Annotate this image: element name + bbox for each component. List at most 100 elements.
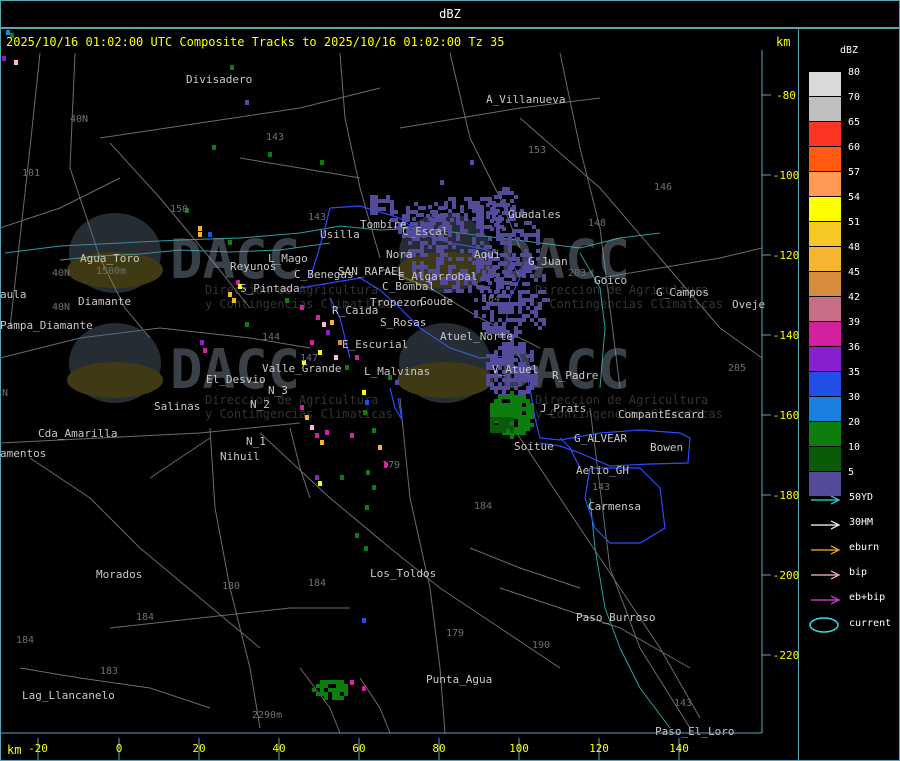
track-eburn: eburn (809, 542, 899, 556)
echo-cell (526, 378, 530, 382)
legend-value-5: 5 (848, 467, 855, 478)
echo-cell (440, 253, 444, 257)
radar-map[interactable]: DACCDireccion de Agriculturay Contingenc… (0, 28, 799, 761)
echo-cell (522, 407, 526, 411)
echo-cell (312, 688, 316, 692)
echo-cell (530, 350, 534, 354)
echo-cell (526, 407, 530, 411)
echo-cell (480, 265, 484, 269)
echo-cell (420, 261, 424, 265)
x-tick-label: 0 (116, 742, 123, 755)
track-50YD: 50YD (809, 492, 899, 506)
place-label: S_Rosas (380, 316, 426, 329)
legend-value-20: 20 (848, 417, 861, 428)
echo-cell (510, 266, 514, 270)
echo-cell (526, 427, 530, 431)
echo-cell (500, 253, 504, 257)
echo-cell (440, 261, 444, 265)
echo-cell (506, 310, 510, 314)
legend-swatch-10 (809, 447, 841, 471)
route-label: 184 (474, 501, 492, 512)
echo-cell (232, 298, 236, 303)
echo-cell (355, 355, 359, 360)
echo-cell (486, 354, 490, 358)
route-label: 190 (532, 640, 550, 651)
echo-cell (370, 203, 374, 207)
echo-cell (474, 314, 478, 318)
echo-cell (460, 249, 464, 253)
echo-cell (340, 475, 344, 480)
echo-cell (418, 206, 422, 210)
km-bottom-label: km (7, 743, 22, 757)
echo-cell (378, 445, 382, 450)
echo-cell (494, 278, 498, 282)
echo-cell (366, 470, 370, 475)
echo-cell (522, 399, 526, 403)
road (9, 52, 41, 329)
echo-cell (518, 399, 522, 403)
echo-cell (344, 684, 348, 688)
x-tick-label: 80 (432, 742, 445, 755)
echo-cell (464, 197, 468, 201)
echo-cell (520, 229, 524, 233)
legend-value-70: 70 (848, 92, 861, 103)
echo-cell (460, 289, 464, 293)
arrow-icon (811, 545, 841, 555)
echo-cell (434, 214, 438, 218)
echo-cell (456, 221, 460, 225)
echo-cell (498, 421, 502, 425)
road (299, 667, 341, 734)
echo-cell (476, 261, 480, 265)
echo-cell (506, 382, 510, 386)
echo-cell (460, 209, 464, 213)
echo-cell (203, 348, 207, 353)
echo-cell (480, 229, 484, 233)
echo-cell (514, 318, 518, 322)
arrow-icon (811, 495, 841, 505)
legend-value-51: 51 (848, 217, 861, 228)
echo-cell (490, 211, 494, 215)
echo-cell (198, 232, 202, 237)
echo-cell (490, 417, 494, 421)
place-label: CompantEscard (618, 408, 704, 421)
echo-cell (536, 233, 540, 237)
echo-cell (490, 318, 494, 322)
echo-cell (432, 241, 436, 245)
echo-cell (434, 202, 438, 206)
track-label: current (849, 618, 892, 629)
echo-cell (526, 306, 530, 310)
echo-cell (212, 145, 216, 150)
echo-cell (394, 210, 398, 214)
echo-cell (518, 270, 522, 274)
echo-cell (514, 431, 518, 435)
place-label: Valle_Grande (262, 362, 341, 375)
echo-cell (506, 318, 510, 322)
echo-cell (2, 56, 6, 61)
echo-cell (524, 237, 528, 241)
echo-cell (530, 318, 534, 322)
echo-cell (320, 160, 324, 165)
place-label: Tombire (360, 218, 406, 231)
echo-cell (440, 257, 444, 261)
echo-cell (474, 298, 478, 302)
echo-cell (546, 298, 550, 302)
echo-cell (502, 290, 506, 294)
echo-cell (514, 395, 518, 399)
legend-value-35: 35 (848, 367, 861, 378)
echo-cell (494, 358, 498, 362)
legend-value-10: 10 (848, 442, 861, 453)
echo-cell (456, 285, 460, 289)
echo-cell (482, 274, 486, 278)
echo-cell (504, 253, 508, 257)
legend-swatch-65 (809, 122, 841, 146)
route-label: 143 (308, 212, 326, 223)
echo-cell (442, 206, 446, 210)
place-label: Soitue (514, 440, 554, 453)
echo-cell (502, 390, 506, 394)
road (499, 407, 701, 719)
echo-cell (514, 427, 518, 431)
echo-cell (480, 205, 484, 209)
echo-cell (514, 407, 518, 411)
echo-cell (502, 306, 506, 310)
echo-cell (530, 294, 534, 298)
